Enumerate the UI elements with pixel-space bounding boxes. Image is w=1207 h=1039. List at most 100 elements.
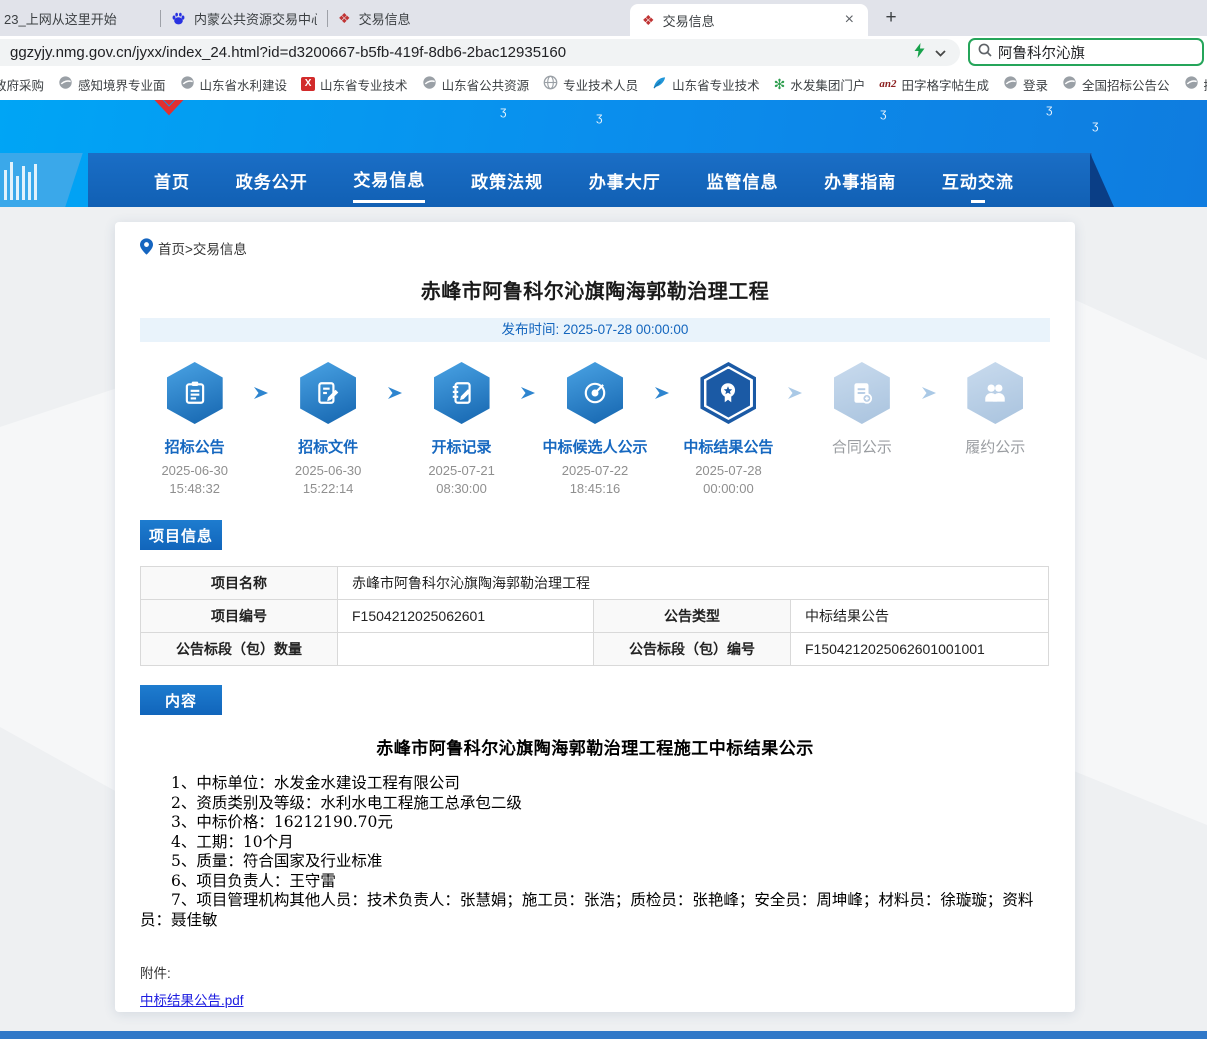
globe-icon — [543, 75, 558, 93]
mongolian-script-decoration: ʒ — [596, 110, 603, 124]
section-count-label: 公告标段（包）数量 — [141, 633, 338, 666]
step-result-announcement-current[interactable]: 中标结果公告 2025-07-28 00:00:00 — [674, 362, 783, 496]
content-line: 7、项目管理机构其他人员：技术负责人：张慧娟；施工员：张浩；质检员：张艳峰；安全… — [140, 891, 1050, 930]
globe-icon — [422, 75, 437, 93]
site-header: ʒ ʒ ʒ ʒ ʒ 首页 政务公开 交易信息 政策法规 办事大厅 监管信息 办事… — [0, 100, 1207, 207]
breadcrumb[interactable]: 首页>交易信息 — [140, 238, 1050, 258]
globe-icon — [180, 75, 195, 93]
barcode-decoration — [4, 162, 38, 200]
page-background: 首页>交易信息 赤峰市阿鲁科尔沁旗陶海郭勒治理工程 发布时间: 2025-07-… — [0, 207, 1207, 1031]
mongolian-script-decoration: ʒ — [500, 104, 507, 118]
medal-icon — [715, 380, 741, 406]
announcement-type-label: 公告类型 — [594, 600, 791, 633]
step-tender-announcement[interactable]: 招标公告 2025-06-30 15:48:32 — [140, 362, 249, 496]
project-code-value: F1504212025062601 — [338, 600, 594, 633]
announcement-heading: 赤峰市阿鲁科尔沁旗陶海郭勒治理工程施工中标结果公示 — [140, 734, 1050, 759]
bookmark-item[interactable]: 专业技术人员 — [543, 75, 638, 94]
bookmark-item[interactable]: X山东省专业技术 — [301, 75, 408, 94]
feather-icon — [652, 75, 667, 93]
target-icon — [582, 380, 608, 406]
nav-item-guide[interactable]: 办事指南 — [824, 159, 896, 202]
announcement-type-value: 中标结果公告 — [791, 600, 1049, 633]
nav-item-service-hall[interactable]: 办事大厅 — [589, 159, 661, 202]
close-tab-icon[interactable]: × — [843, 11, 856, 29]
section-header-content: 内容 — [140, 685, 222, 715]
process-steps: 招标公告 2025-06-30 15:48:32 — [140, 362, 1050, 496]
globe-icon — [1062, 75, 1077, 93]
table-row: 项目编号 F1504212025062601 公告类型 中标结果公告 — [141, 600, 1049, 633]
new-tab-button[interactable]: + — [878, 6, 904, 32]
tab-bar: 23_上网从这里开始 内蒙公共资源交易中心官网_百度 ❖ 交易信息 ❖ 交易信息… — [0, 0, 1207, 36]
step-tender-documents[interactable]: 招标文件 2025-06-30 15:22:14 — [273, 362, 382, 496]
tab-trade-info-background[interactable]: ❖ 交易信息 — [328, 0, 606, 36]
bookmark-item[interactable]: ✻水发集团门户 — [774, 75, 866, 94]
attachment-pdf-link[interactable]: 中标结果公告.pdf — [140, 989, 244, 1009]
search-input[interactable] — [998, 44, 1194, 60]
nav-item-gov-disclosure[interactable]: 政务公开 — [236, 159, 308, 202]
bookmark-item[interactable]: 感知境界专业面 — [58, 75, 166, 94]
section-count-value — [338, 633, 594, 666]
bookmark-item[interactable]: an2田字格字帖生成 — [879, 75, 989, 94]
publish-time-bar: 发布时间: 2025-07-28 00:00:00 — [140, 318, 1050, 342]
address-bar: ggzyjy.nmg.gov.cn/jyxx/index_24.html?id=… — [0, 36, 1207, 68]
chevron-down-icon[interactable] — [935, 44, 946, 62]
bookmark-item[interactable]: 政府采购 — [0, 75, 44, 94]
content-line: 6、项目负责人：王守雷 — [140, 872, 1050, 892]
baidu-paw-icon — [171, 11, 186, 26]
red-x-icon: X — [301, 77, 315, 91]
arrow-right-icon — [783, 386, 807, 496]
search-box[interactable] — [968, 38, 1204, 66]
page-title: 赤峰市阿鲁科尔沁旗陶海郭勒治理工程 — [140, 275, 1050, 304]
step-bid-opening-record[interactable]: 开标记录 2025-07-21 08:30:00 — [407, 362, 516, 496]
step-candidate-publicity[interactable]: 中标候选人公示 2025-07-22 18:45:16 — [540, 362, 649, 496]
webpage: ʒ ʒ ʒ ʒ ʒ 首页 政务公开 交易信息 政策法规 办事大厅 监管信息 办事… — [0, 100, 1207, 1039]
tab-start-page[interactable]: 23_上网从这里开始 — [0, 0, 160, 36]
nav-item-supervision[interactable]: 监管信息 — [707, 159, 779, 202]
bookmark-item[interactable]: 操作说明 — [1184, 75, 1207, 94]
nav-item-home[interactable]: 首页 — [154, 159, 190, 202]
clipboard-icon — [182, 380, 208, 406]
project-info-table: 项目名称 赤峰市阿鲁科尔沁旗陶海郭勒治理工程 项目编号 F15042120250… — [140, 566, 1049, 666]
nav-item-trade-info[interactable]: 交易信息 — [353, 157, 425, 203]
site-logo-partial — [146, 100, 192, 129]
bookmark-item[interactable]: 全国招标公告公 — [1062, 75, 1170, 94]
bookmark-item[interactable]: 山东省专业技术 — [652, 75, 760, 94]
footer-bar — [0, 1031, 1207, 1039]
green-flower-icon: ✻ — [774, 77, 786, 91]
content-line: 3、中标价格：16212190.70元 — [140, 813, 1050, 833]
globe-icon — [58, 75, 73, 93]
section-code-label: 公告标段（包）编号 — [594, 633, 791, 666]
nav-item-interaction[interactable]: 互动交流 — [942, 159, 1014, 202]
location-pin-icon — [140, 238, 153, 258]
document-plus-icon — [849, 380, 875, 406]
content-line: 1、中标单位：水发金水建设工程有限公司 — [140, 774, 1050, 794]
tab-baidu-search[interactable]: 内蒙公共资源交易中心官网_百度 — [161, 0, 327, 36]
attachment-label: 附件: — [140, 962, 1050, 982]
project-name-value: 赤峰市阿鲁科尔沁旗陶海郭勒治理工程 — [338, 567, 1049, 600]
section-code-value: F1504212025062601001001 — [791, 633, 1049, 666]
search-icon — [978, 43, 992, 62]
globe-icon — [1003, 75, 1018, 93]
project-code-label: 项目编号 — [141, 600, 338, 633]
nav-item-policies[interactable]: 政策法规 — [471, 159, 543, 202]
lightning-icon[interactable] — [914, 43, 925, 63]
bookmark-item[interactable]: 登录 — [1003, 75, 1048, 94]
url-text: ggzyjy.nmg.gov.cn/jyxx/index_24.html?id=… — [10, 44, 914, 61]
url-field[interactable]: ggzyjy.nmg.gov.cn/jyxx/index_24.html?id=… — [0, 39, 960, 66]
browser-window: 23_上网从这里开始 内蒙公共资源交易中心官网_百度 ❖ 交易信息 ❖ 交易信息… — [0, 0, 1207, 1039]
mongolian-script-decoration: ʒ — [1092, 118, 1099, 132]
bookmark-item[interactable]: 山东省公共资源 — [422, 75, 530, 94]
content-line: 2、资质类别及等级：水利水电工程施工总承包二级 — [140, 794, 1050, 814]
main-nav: 首页 政务公开 交易信息 政策法规 办事大厅 监管信息 办事指南 互动交流 — [88, 153, 1092, 207]
content-line: 4、工期：10个月 — [140, 833, 1050, 853]
table-row: 项目名称 赤峰市阿鲁科尔沁旗陶海郭勒治理工程 — [141, 567, 1049, 600]
arrow-right-icon — [917, 386, 941, 496]
bookmark-item[interactable]: 山东省水利建设 — [180, 75, 288, 94]
notebook-pen-icon — [449, 380, 475, 406]
content-card: 首页>交易信息 赤峰市阿鲁科尔沁旗陶海郭勒治理工程 发布时间: 2025-07-… — [115, 222, 1075, 1012]
people-icon — [982, 380, 1008, 406]
site-logo-icon: ❖ — [642, 13, 655, 27]
globe-icon — [1184, 75, 1199, 93]
mongolian-script-decoration: ʒ — [880, 106, 887, 120]
tab-trade-info-active[interactable]: ❖ 交易信息 × — [630, 4, 868, 36]
